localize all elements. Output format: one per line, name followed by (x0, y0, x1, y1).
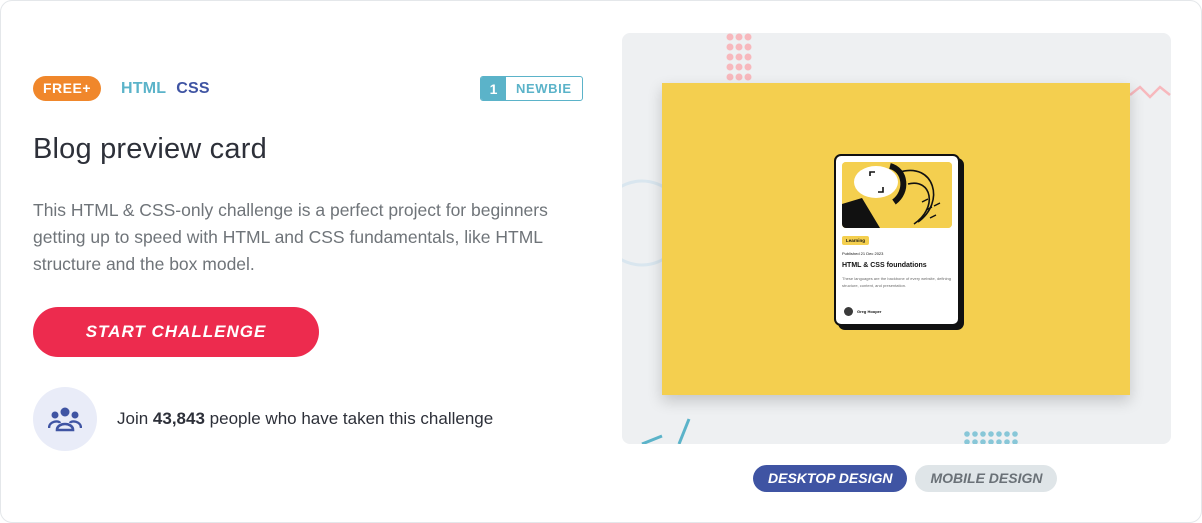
free-badge: FREE+ (33, 76, 102, 101)
design-preview[interactable]: Learning Published 21 Dec 2023 HTML & CS… (622, 33, 1171, 444)
preview-card-text: These languages are the backbone of ever… (842, 276, 951, 288)
participants-suffix: people who have taken this challenge (209, 409, 494, 428)
preview-card-tag: Learning (842, 236, 870, 245)
preview-screenshot: Learning Published 21 Dec 2023 HTML & CS… (662, 83, 1130, 395)
preview-card-illustration (842, 162, 952, 228)
participants-count: 43,843 (152, 409, 205, 428)
preview-card-author-name: Greg Hooper (857, 309, 882, 314)
difficulty-badge: 1 NEWBIE (480, 76, 583, 101)
tab-mobile-design[interactable]: MOBILE DESIGN (915, 465, 1058, 492)
challenge-description: This HTML & CSS-only challenge is a perf… (33, 200, 548, 274)
participants-info: Join 43,843 people who have taken this c… (33, 387, 493, 451)
css-tag: CSS (176, 79, 210, 97)
challenge-card: FREE+ HTML CSS 1 NEWBIE Blog preview car… (0, 0, 1202, 523)
difficulty-level-name: NEWBIE (516, 81, 572, 96)
challenge-title: Blog preview card (33, 133, 267, 165)
preview-card-title: HTML & CSS foundations (842, 262, 927, 269)
tag-row: FREE+ HTML CSS (33, 76, 210, 101)
preview-card-author: Greg Hooper (844, 307, 881, 316)
people-icon (33, 387, 97, 451)
participants-text: Join 43,843 people who have taken this c… (117, 409, 493, 429)
difficulty-level-number: 1 (481, 77, 506, 100)
html-tag: HTML (121, 79, 167, 97)
start-challenge-button[interactable]: START CHALLENGE (33, 307, 319, 357)
preview-blog-card: Learning Published 21 Dec 2023 HTML & CS… (834, 154, 960, 326)
design-tabs: DESKTOP DESIGN MOBILE DESIGN (753, 465, 1058, 492)
participants-prefix: Join (117, 409, 149, 428)
avatar (844, 307, 853, 316)
preview-card-date: Published 21 Dec 2023 (842, 251, 884, 256)
tab-desktop-design[interactable]: DESKTOP DESIGN (753, 465, 908, 492)
